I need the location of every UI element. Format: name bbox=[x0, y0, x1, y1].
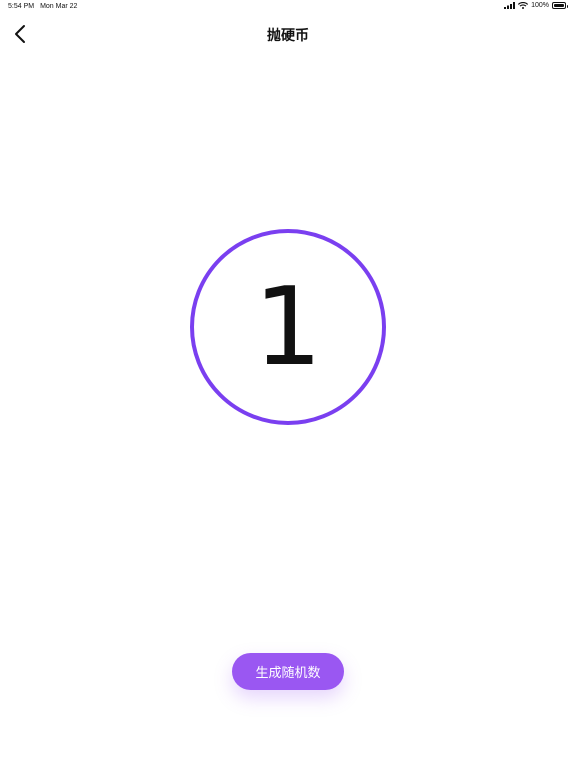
battery-tip bbox=[566, 4, 568, 8]
generate-random-number-button[interactable]: 生成随机数 bbox=[232, 653, 344, 690]
status-bar: 5:54 PM Mon Mar 22 100% bbox=[0, 0, 576, 14]
wifi-icon bbox=[518, 2, 529, 9]
page-title: 抛硬币 bbox=[267, 27, 309, 43]
status-time: 5:54 PM bbox=[8, 3, 35, 10]
result-value: 1 bbox=[253, 265, 323, 390]
result-circle: 1 bbox=[190, 229, 386, 425]
battery-percent: 100% bbox=[531, 2, 549, 9]
status-left: 5:54 PM Mon Mar 22 bbox=[8, 3, 77, 10]
battery-icon bbox=[552, 2, 568, 9]
cellular-signal-icon bbox=[504, 2, 516, 9]
coin-toss-screen: 5:54 PM Mon Mar 22 100% 抛硬币 1 生成随机数 bbox=[0, 0, 576, 768]
status-right: 100% bbox=[504, 2, 568, 9]
status-date: Mon Mar 22 bbox=[40, 3, 78, 10]
battery-fill bbox=[554, 4, 564, 7]
navigation-bar: 抛硬币 bbox=[0, 18, 576, 50]
